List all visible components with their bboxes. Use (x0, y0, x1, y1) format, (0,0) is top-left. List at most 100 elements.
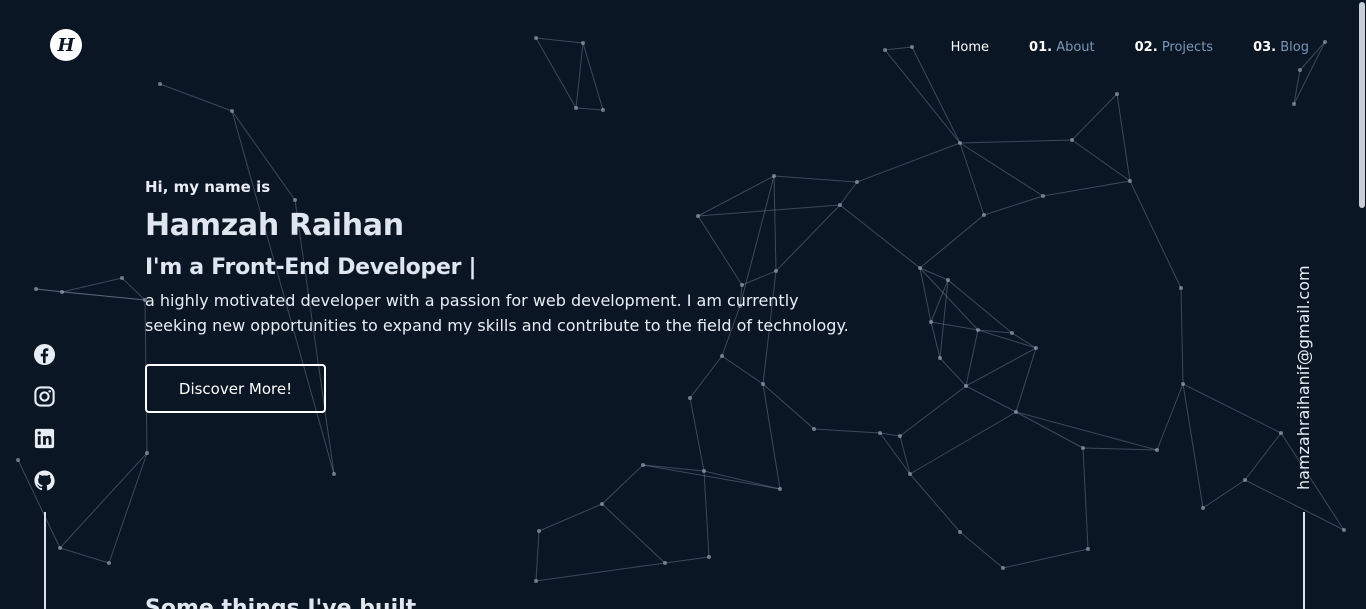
network-edge (1180, 287, 1184, 385)
hero-role: I'm a Front-End Developer | (145, 255, 477, 280)
network-node (1010, 331, 1014, 335)
nav-projects[interactable]: 02. Projects (1135, 40, 1213, 55)
network-node (34, 287, 38, 291)
logo[interactable]: H (50, 29, 82, 61)
facebook-icon[interactable] (33, 343, 56, 366)
right-divider-line (1303, 512, 1305, 609)
nav-projects-label: Projects (1161, 40, 1214, 55)
network-edge (1082, 447, 1089, 550)
network-node (982, 213, 986, 217)
nav-projects-num: 02. (1134, 40, 1158, 55)
network-node (230, 109, 234, 113)
nav-blog-label: Blog (1280, 40, 1309, 55)
network-node (1115, 92, 1119, 96)
network-node (600, 502, 604, 506)
main-nav: Home 01. About 02. Projects 03. Blog (951, 40, 1309, 55)
network-edge (1011, 332, 1037, 349)
network-edge (930, 321, 979, 331)
scrollbar-thumb[interactable] (1359, 2, 1365, 208)
network-edge (1082, 447, 1158, 451)
network-edge (535, 562, 666, 582)
network-edge (1015, 411, 1158, 451)
nav-blog[interactable]: 03. Blog (1253, 40, 1309, 55)
network-edge (909, 411, 1017, 475)
left-divider-line (44, 512, 46, 609)
network-node (120, 276, 124, 280)
network-edge (642, 464, 781, 490)
network-edge (61, 291, 146, 301)
network-edge (919, 267, 979, 331)
network-edge (919, 267, 932, 323)
network-edge (575, 107, 604, 111)
network-edge (601, 464, 644, 505)
network-node (1323, 40, 1327, 44)
network-edge (983, 195, 1044, 216)
network-edge (1156, 383, 1184, 451)
network-node (1086, 547, 1090, 551)
network-edge (1071, 93, 1118, 141)
network-edge (947, 279, 1013, 334)
instagram-icon[interactable] (33, 385, 56, 408)
network-node (16, 458, 20, 462)
network-edge (159, 83, 233, 112)
network-edge (1182, 383, 1204, 509)
network-node (145, 451, 149, 455)
network-edge (1071, 139, 1131, 182)
linkedin-icon[interactable] (33, 427, 56, 450)
network-edge (939, 279, 949, 359)
network-edge (930, 321, 941, 359)
portfolio-page: H Home 01. About 02. Projects 03. Blog H… (0, 0, 1366, 609)
network-edge (1129, 180, 1182, 289)
network-edge (884, 49, 961, 144)
network-edge (1116, 93, 1131, 182)
network-node (964, 384, 968, 388)
network-edge (939, 357, 967, 387)
network-node (663, 561, 667, 565)
hero-section: Hi, my name is Hamzah Raihan I'm a Front… (145, 178, 865, 413)
network-edge (959, 142, 985, 216)
network-edge (879, 432, 901, 437)
github-icon[interactable] (33, 469, 56, 492)
network-edge (601, 503, 666, 564)
network-node (574, 106, 578, 110)
network-node (1292, 102, 1296, 106)
network-edge (703, 470, 710, 558)
network-node (1181, 382, 1185, 386)
scrollbar[interactable] (1358, 0, 1366, 609)
network-node (946, 278, 950, 282)
hero-description: a highly motivated developer with a pass… (145, 291, 849, 335)
network-node (938, 356, 942, 360)
network-node (908, 472, 912, 476)
network-edge (1002, 548, 1089, 569)
network-node (1128, 179, 1132, 183)
network-node (958, 530, 962, 534)
network-node (1201, 506, 1205, 510)
network-edge (121, 277, 146, 301)
network-edge (1015, 411, 1084, 449)
social-links (33, 343, 56, 492)
network-edge (59, 452, 148, 549)
network-node (883, 48, 887, 52)
network-node (707, 555, 711, 559)
network-edge (108, 452, 148, 564)
network-node (1179, 286, 1183, 290)
nav-about[interactable]: 01. About (1029, 40, 1095, 55)
network-node (58, 546, 62, 550)
network-node (778, 487, 782, 491)
discover-more-button[interactable]: Discover More! (145, 364, 326, 413)
network-node (641, 463, 645, 467)
network-edge (703, 470, 781, 490)
email-link[interactable]: hamzahraihanif@gmail.com (1294, 265, 1313, 490)
network-node (976, 328, 980, 332)
network-edge (959, 142, 1044, 197)
network-edge (575, 42, 584, 109)
network-edge (538, 503, 603, 532)
network-node (534, 36, 538, 40)
network-edge (884, 46, 913, 51)
network-node (107, 561, 111, 565)
network-node (1001, 566, 1005, 570)
network-node (1034, 346, 1038, 350)
nav-home[interactable]: Home (951, 40, 989, 55)
network-node (537, 529, 541, 533)
network-edge (959, 531, 1004, 569)
